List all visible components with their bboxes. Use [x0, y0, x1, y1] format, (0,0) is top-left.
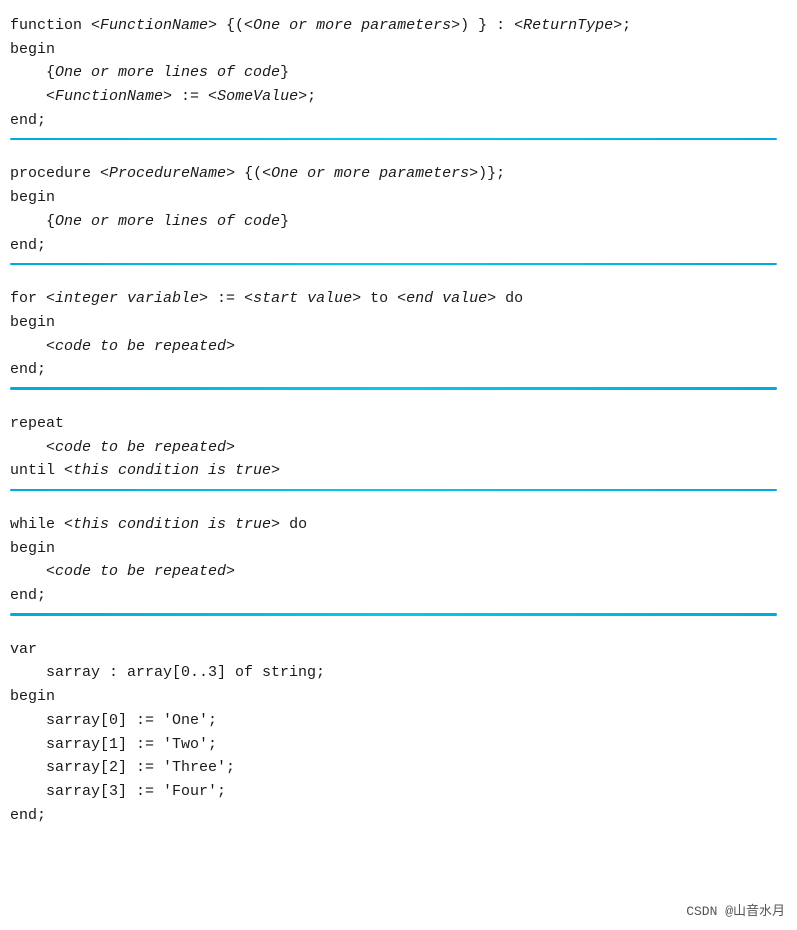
separator — [10, 618, 787, 632]
code-line: <code to be repeated> — [10, 436, 787, 460]
code-line: begin — [10, 537, 787, 561]
code-line: end; — [10, 584, 787, 608]
separator — [10, 392, 787, 406]
function-block: function <FunctionName> {(<One or more p… — [10, 8, 787, 142]
code-line: end; — [10, 804, 787, 828]
code-line: sarray[1] := 'Two'; — [10, 733, 787, 757]
code-line: function <FunctionName> {(<One or more p… — [10, 14, 787, 38]
separator — [10, 142, 787, 156]
code-line: sarray : array[0..3] of string; — [10, 661, 787, 685]
procedure-block: procedure <ProcedureName> {(<One or more… — [10, 156, 787, 267]
code-line: begin — [10, 685, 787, 709]
code-line: begin — [10, 38, 787, 62]
code-line: {One or more lines of code} — [10, 61, 787, 85]
code-line: while <this condition is true> do — [10, 513, 787, 537]
code-line: <FunctionName> := <SomeValue>; — [10, 85, 787, 109]
footer-text: CSDN @山音水月 — [686, 902, 785, 922]
code-line: sarray[3] := 'Four'; — [10, 780, 787, 804]
separator — [10, 267, 787, 281]
while-block: while <this condition is true> do begin … — [10, 507, 787, 618]
separator — [10, 493, 787, 507]
code-line: procedure <ProcedureName> {(<One or more… — [10, 162, 787, 186]
code-line: begin — [10, 311, 787, 335]
code-line: end; — [10, 234, 787, 258]
code-line: <code to be repeated> — [10, 560, 787, 584]
code-line: sarray[0] := 'One'; — [10, 709, 787, 733]
code-container: function <FunctionName> {(<One or more p… — [0, 0, 797, 907]
code-line: end; — [10, 358, 787, 382]
code-line: {One or more lines of code} — [10, 210, 787, 234]
code-line: begin — [10, 186, 787, 210]
code-line: <code to be repeated> — [10, 335, 787, 359]
code-line: for <integer variable> := <start value> … — [10, 287, 787, 311]
code-line: end; — [10, 109, 787, 133]
repeat-block: repeat <code to be repeated> until <this… — [10, 406, 787, 493]
code-line: repeat — [10, 412, 787, 436]
code-line: until <this condition is true> — [10, 459, 787, 483]
code-line: var — [10, 638, 787, 662]
code-line: sarray[2] := 'Three'; — [10, 756, 787, 780]
for-block: for <integer variable> := <start value> … — [10, 281, 787, 392]
var-block: var sarray : array[0..3] of string; begi… — [10, 632, 787, 838]
